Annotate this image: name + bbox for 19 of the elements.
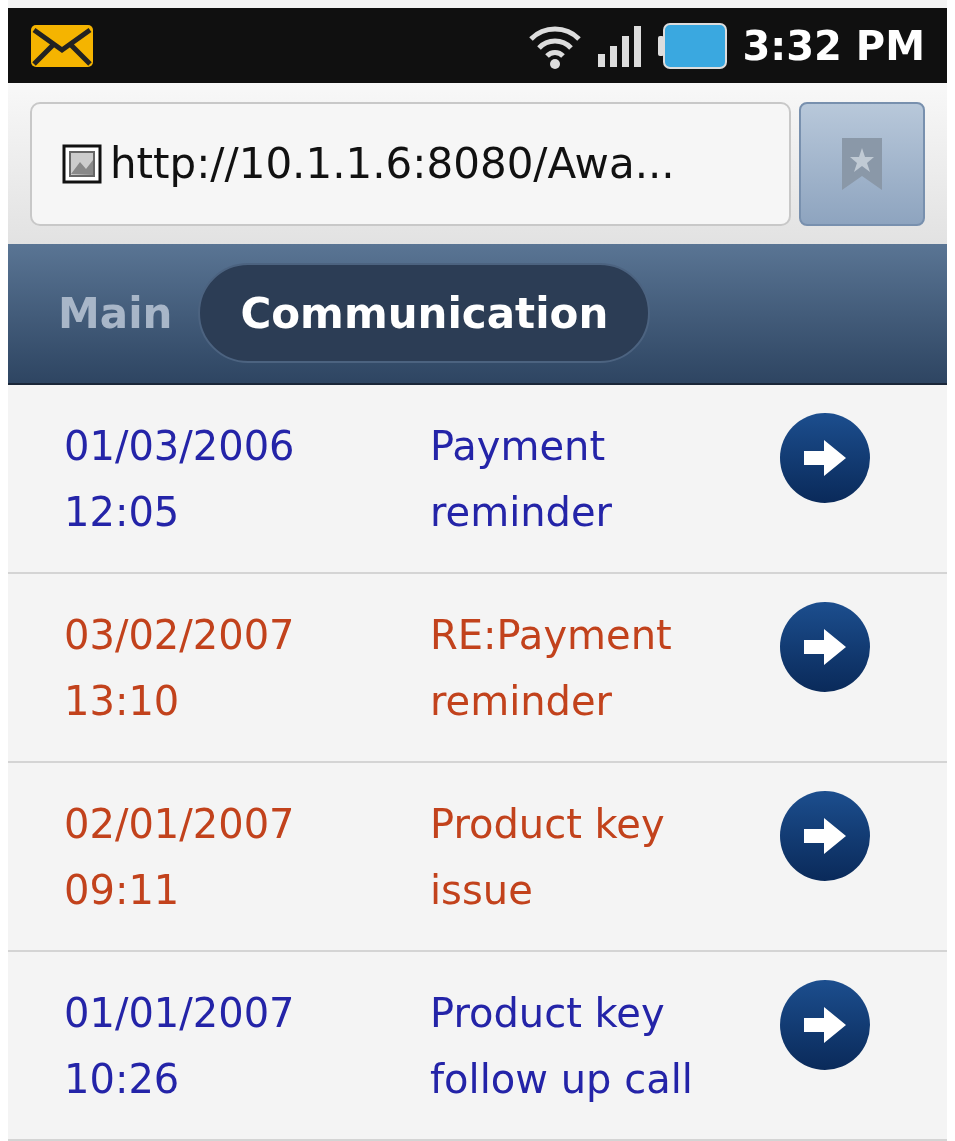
clock: 3:32 PM xyxy=(742,21,925,71)
message-subject[interactable]: Payment reminder xyxy=(430,412,766,545)
tab[interactable]: Communication xyxy=(198,263,651,364)
message-date: 01/01/2007 10:26 xyxy=(64,988,296,1104)
arrow-right-icon xyxy=(802,627,848,667)
arrow-right-icon xyxy=(802,1005,848,1045)
arrow-right-icon xyxy=(802,816,848,856)
image-icon xyxy=(62,143,102,184)
message-subject[interactable]: Product key follow up call xyxy=(430,979,766,1112)
message-subject[interactable]: RE:Payment reminder xyxy=(430,601,766,734)
message-date: 02/01/2007 09:11 xyxy=(64,799,296,915)
battery-icon xyxy=(658,21,729,70)
arrow-right-icon xyxy=(802,438,848,478)
message-subject[interactable]: Product key issue xyxy=(430,790,766,923)
message-date: 03/02/2007 13:10 xyxy=(64,610,296,726)
address-field[interactable]: http://10.1.1.6:8080/Awa... xyxy=(30,101,791,226)
bookmark-icon xyxy=(840,135,884,192)
message-date: 01/03/2006 12:05 xyxy=(64,421,296,537)
mail-icon xyxy=(30,23,94,68)
